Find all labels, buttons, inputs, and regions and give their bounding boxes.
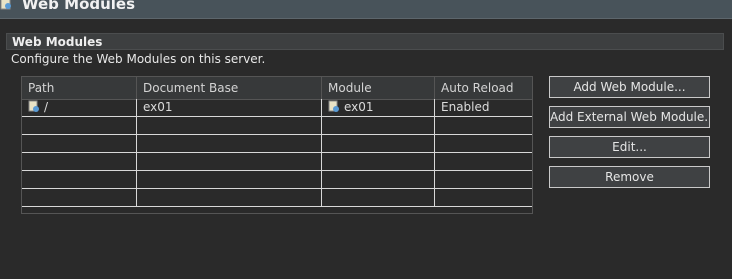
empty-cell bbox=[22, 189, 137, 206]
cell-path: / bbox=[22, 99, 137, 116]
web-module-icon bbox=[28, 100, 39, 112]
table-row-empty[interactable] bbox=[22, 171, 532, 189]
section-description: Configure the Web Modules on this server… bbox=[11, 52, 266, 66]
table-row-empty[interactable] bbox=[22, 189, 532, 207]
cell-auto-reload: Enabled bbox=[441, 100, 490, 114]
editor-title-bar: Web Modules bbox=[0, 0, 732, 19]
table-row[interactable]: / ex01 ex01 Enabled bbox=[22, 99, 532, 117]
column-header-path[interactable]: Path bbox=[22, 77, 137, 99]
empty-cell bbox=[435, 189, 532, 206]
empty-cell bbox=[322, 189, 435, 206]
section-title: Web Modules bbox=[12, 35, 103, 49]
empty-cell bbox=[137, 153, 322, 170]
table-row-empty[interactable] bbox=[22, 135, 532, 153]
web-module-icon bbox=[0, 0, 11, 10]
empty-cell bbox=[22, 153, 137, 170]
edit-button[interactable]: Edit... bbox=[549, 136, 710, 158]
column-header-module[interactable]: Module bbox=[322, 77, 435, 99]
empty-cell bbox=[322, 117, 435, 134]
cell-module-text: ex01 bbox=[344, 100, 374, 114]
empty-cell bbox=[322, 153, 435, 170]
empty-cell bbox=[137, 117, 322, 134]
empty-cell bbox=[137, 171, 322, 188]
web-module-icon bbox=[328, 100, 339, 112]
column-header-document-base[interactable]: Document Base bbox=[137, 77, 322, 99]
cell-module: ex01 bbox=[322, 99, 435, 116]
web-modules-table[interactable]: Path Document Base Module Auto Reload / … bbox=[21, 76, 533, 214]
cell-document-base: ex01 bbox=[137, 99, 322, 116]
add-web-module-button[interactable]: Add Web Module... bbox=[549, 76, 710, 98]
empty-cell bbox=[435, 153, 532, 170]
empty-cell bbox=[322, 135, 435, 152]
add-external-web-module-button[interactable]: Add External Web Module... bbox=[549, 106, 710, 128]
empty-cell bbox=[435, 117, 532, 134]
empty-cell bbox=[322, 171, 435, 188]
section-header: Web Modules bbox=[6, 33, 724, 50]
column-header-auto-reload[interactable]: Auto Reload bbox=[435, 77, 532, 99]
empty-cell bbox=[137, 135, 322, 152]
empty-cell bbox=[22, 117, 137, 134]
table-row-empty[interactable] bbox=[22, 117, 532, 135]
empty-cell bbox=[435, 171, 532, 188]
remove-button[interactable]: Remove bbox=[549, 166, 710, 188]
empty-cell bbox=[435, 135, 532, 152]
table-row-empty[interactable] bbox=[22, 153, 532, 171]
empty-cell bbox=[22, 171, 137, 188]
editor-title: Web Modules bbox=[22, 0, 136, 13]
table-header: Path Document Base Module Auto Reload bbox=[22, 77, 532, 100]
empty-cell bbox=[22, 135, 137, 152]
cell-path-text: / bbox=[44, 100, 49, 114]
empty-cell bbox=[137, 189, 322, 206]
